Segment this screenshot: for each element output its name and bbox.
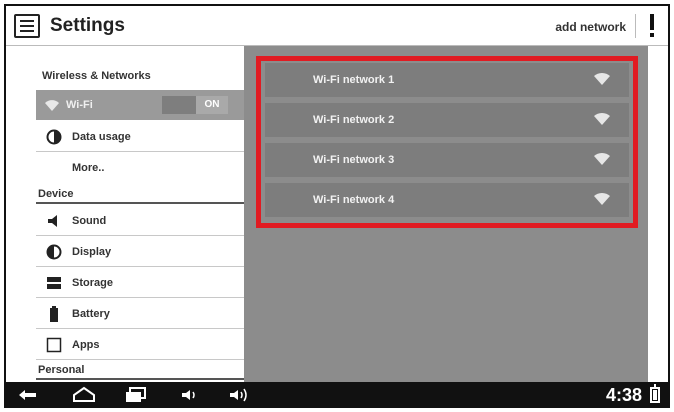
home-icon[interactable] [72,386,96,404]
wifi-toggle[interactable]: ON [162,96,228,114]
sidebar-item-label: Apps [72,339,100,351]
sidebar-item-wifi[interactable]: Wi-Fi ON [36,90,244,120]
sidebar-item-storage[interactable]: Storage [36,268,244,298]
section-header-personal: Personal [38,364,85,376]
section-header-device: Device [38,188,74,200]
sidebar-item-apps[interactable]: Apps [36,330,244,360]
network-name: Wi-Fi network 1 [313,74,395,86]
settings-sidebar: Wireless & Networks Wi-Fi ON Data usage … [32,46,244,382]
battery-status-icon [650,384,660,403]
sidebar-item-battery[interactable]: Battery [36,299,244,329]
network-item-3[interactable]: Wi-Fi network 3 [265,143,629,177]
sidebar-item-label: Storage [72,277,113,289]
sound-icon [48,215,57,227]
add-network-button[interactable]: add network [555,20,626,34]
status-clock: 4:38 [605,385,642,405]
battery-icon [50,306,58,322]
action-divider [635,14,636,38]
section-divider [36,378,244,380]
page-title: Settings [50,15,125,36]
sidebar-item-label: Display [72,246,112,258]
wifi-icon [45,100,59,111]
network-name: Wi-Fi network 4 [313,194,395,206]
sidebar-item-label: Sound [72,215,107,227]
wifi-signal-icon [594,152,610,165]
sidebar-item-data-usage[interactable]: Data usage [36,122,244,152]
sidebar-item-label: Battery [72,308,110,320]
sidebar-item-display[interactable]: Display [36,237,244,267]
data-usage-icon [46,129,62,145]
overflow-menu-icon[interactable] [648,14,656,38]
toggle-state: ON [196,96,228,114]
sidebar-item-sound[interactable]: Sound [36,206,244,236]
back-icon[interactable] [16,386,40,404]
wifi-signal-icon [594,192,610,205]
action-bar: Settings add network [6,6,668,46]
sidebar-item-label: Data usage [72,131,131,143]
volume-up-icon[interactable] [228,386,252,404]
sidebar-item-more[interactable]: More.. [36,153,244,183]
left-margin [6,46,32,382]
wifi-signal-icon [594,72,610,85]
network-list-highlight: Wi-Fi network 1 Wi-Fi network 2 Wi-Fi ne… [256,56,638,228]
network-name: Wi-Fi network 3 [313,154,395,166]
recent-apps-icon[interactable] [124,386,148,404]
storage-icon [47,277,61,289]
section-divider [36,202,244,204]
sidebar-item-label: More.. [72,162,105,174]
apps-icon [46,337,62,353]
volume-down-icon[interactable] [180,386,200,404]
sidebar-item-label: Wi-Fi [66,99,93,111]
section-header-wireless: Wireless & Networks [42,70,151,82]
tablet-screen: Settings add network Wireless & Networks… [4,4,670,408]
right-margin [648,46,668,382]
system-bar: 4:38 [6,382,668,406]
wifi-network-list: Wi-Fi network 1 Wi-Fi network 2 Wi-Fi ne… [244,46,648,382]
network-name: Wi-Fi network 2 [313,114,395,126]
network-item-4[interactable]: Wi-Fi network 4 [265,183,629,217]
network-item-1[interactable]: Wi-Fi network 1 [265,63,629,97]
display-icon [46,244,62,260]
settings-list-icon[interactable] [14,14,40,38]
wifi-signal-icon [594,112,610,125]
network-item-2[interactable]: Wi-Fi network 2 [265,103,629,137]
